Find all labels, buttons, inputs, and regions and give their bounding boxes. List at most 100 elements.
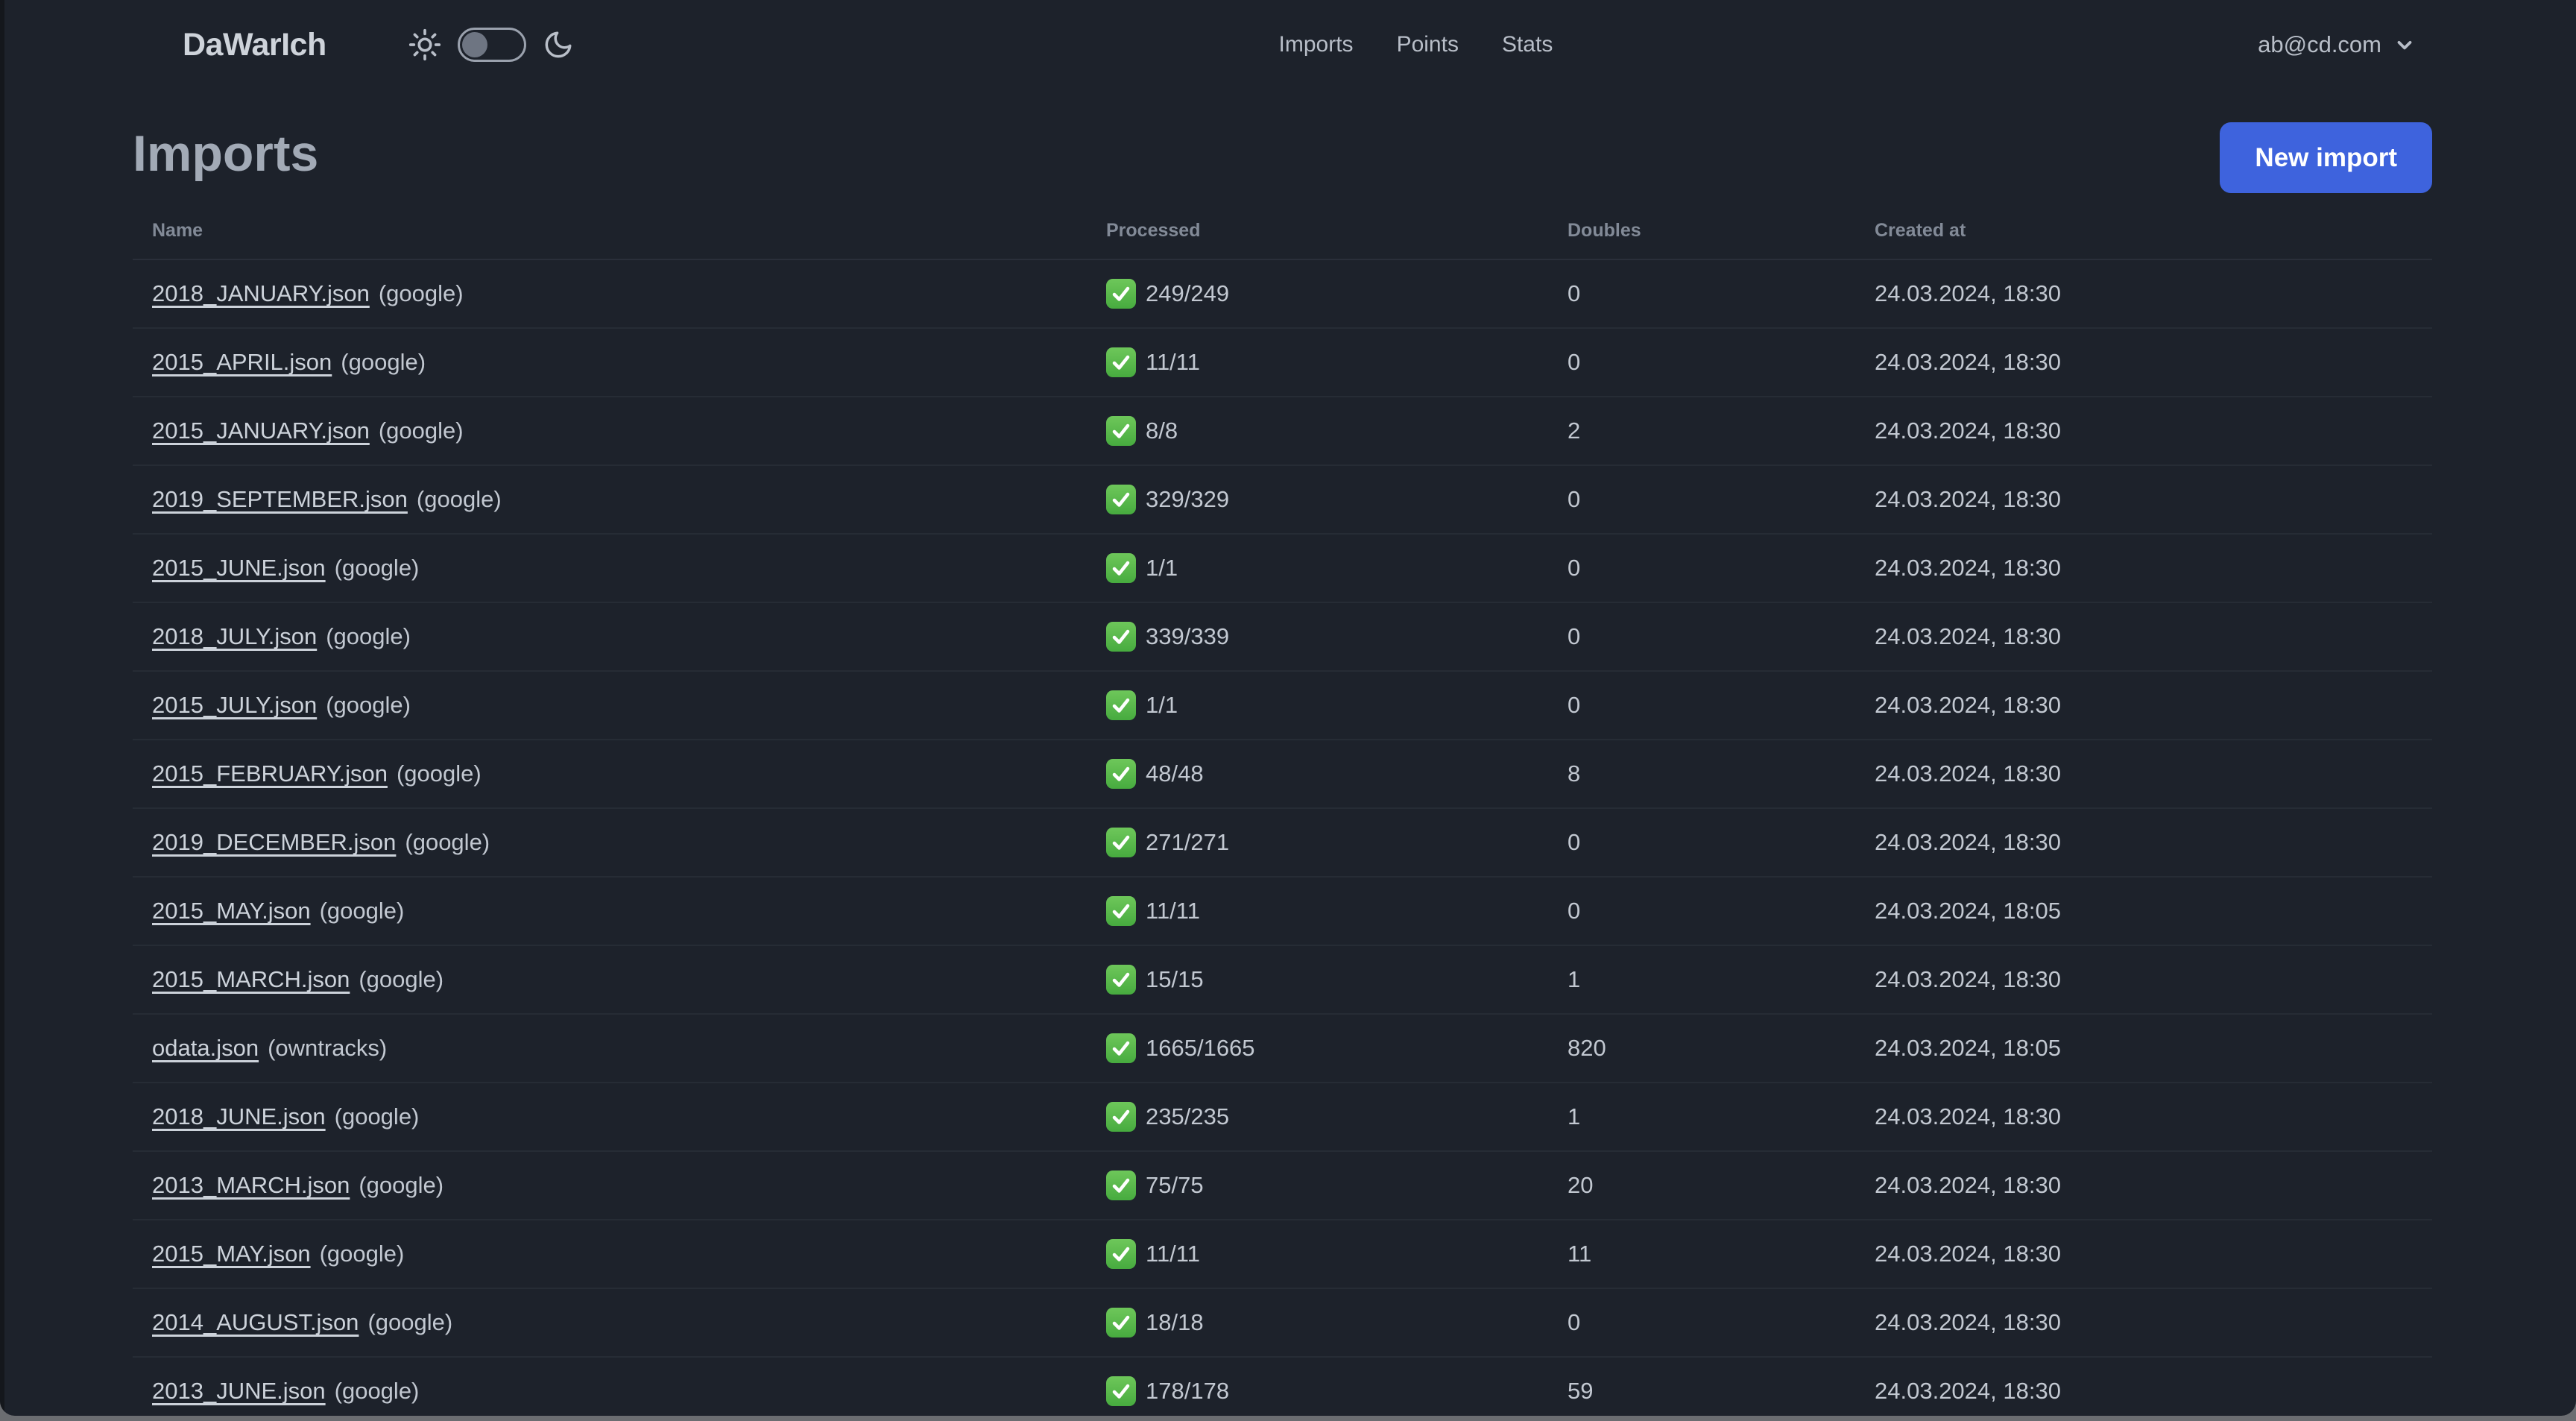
cell-created-at: 24.03.2024, 18:30 <box>1875 486 2061 512</box>
cell-processed: 48/48 <box>1106 759 1568 789</box>
import-file-link[interactable]: 2015_JULY.json <box>152 692 317 719</box>
user-menu[interactable]: ab@cd.com <box>2258 31 2416 58</box>
cell-created-at: 24.03.2024, 18:30 <box>1875 1103 2061 1129</box>
cell-doubles: 1 <box>1568 1103 1581 1129</box>
processed-count: 249/249 <box>1146 280 1230 306</box>
cell-doubles: 59 <box>1568 1378 1594 1404</box>
cell-created-at: 24.03.2024, 18:30 <box>1875 623 2061 649</box>
green-check-icon <box>1106 553 1136 583</box>
cell-processed: 271/271 <box>1106 828 1568 857</box>
new-import-button[interactable]: New import <box>2220 122 2432 193</box>
processed-count: 8/8 <box>1146 418 1178 444</box>
cell-doubles: 2 <box>1568 418 1581 444</box>
processed-count: 1/1 <box>1146 692 1178 718</box>
import-file-link[interactable]: odata.json <box>152 1035 259 1062</box>
cell-created-at: 24.03.2024, 18:30 <box>1875 1172 2061 1198</box>
import-source: (google) <box>334 1103 420 1129</box>
processed-count: 48/48 <box>1146 760 1204 787</box>
processed-count: 15/15 <box>1146 966 1204 992</box>
import-source: (google) <box>334 1378 420 1404</box>
cell-name: 2018_JANUARY.json (google) <box>133 280 1106 307</box>
import-file-link[interactable]: 2018_JULY.json <box>152 623 317 650</box>
theme-toggle[interactable] <box>408 28 574 62</box>
import-source: (google) <box>367 1309 453 1335</box>
processed-count: 1/1 <box>1146 555 1178 581</box>
import-source: (google) <box>405 829 490 855</box>
app-logo[interactable]: DaWarIch <box>183 27 326 63</box>
import-file-link[interactable]: 2015_MAY.json <box>152 1241 311 1267</box>
processed-count: 11/11 <box>1146 349 1200 375</box>
nav-item-points[interactable]: Points <box>1397 32 1459 57</box>
import-source: (google) <box>326 623 411 649</box>
green-check-icon <box>1106 1170 1136 1200</box>
sun-icon <box>408 28 441 61</box>
processed-count: 11/11 <box>1146 1241 1200 1267</box>
import-source: (google) <box>359 966 444 992</box>
processed-count: 235/235 <box>1146 1103 1230 1129</box>
cell-created-at: 24.03.2024, 18:30 <box>1875 966 2061 992</box>
import-source: (google) <box>326 692 411 718</box>
import-file-link[interactable]: 2014_AUGUST.json <box>152 1309 359 1336</box>
import-file-link[interactable]: 2015_MAY.json <box>152 898 311 924</box>
table-row: 2018_JANUARY.json (google) 249/249 0 24.03.2… <box>133 260 2432 329</box>
import-file-link[interactable]: 2013_JUNE.json <box>152 1378 326 1405</box>
import-file-link[interactable]: 2018_JUNE.json <box>152 1103 326 1130</box>
import-file-link[interactable]: 2015_JANUARY.json <box>152 418 370 444</box>
import-file-link[interactable]: 2013_MARCH.json <box>152 1172 350 1199</box>
cell-processed: 339/339 <box>1106 622 1568 652</box>
cell-processed: 18/18 <box>1106 1308 1568 1337</box>
navbar-left: DaWarIch <box>183 27 574 63</box>
chevron-down-icon <box>2393 34 2416 56</box>
green-check-icon <box>1106 347 1136 377</box>
processed-count: 271/271 <box>1146 829 1230 855</box>
processed-count: 18/18 <box>1146 1309 1204 1335</box>
cell-processed: 178/178 <box>1106 1376 1568 1406</box>
cell-processed: 11/11 <box>1106 1239 1568 1269</box>
nav-item-imports[interactable]: Imports <box>1279 32 1354 57</box>
cell-created-at: 24.03.2024, 18:30 <box>1875 418 2061 444</box>
cell-doubles: 0 <box>1568 280 1581 306</box>
user-email: ab@cd.com <box>2258 31 2381 57</box>
cell-created-at: 24.03.2024, 18:30 <box>1875 1241 2061 1267</box>
import-file-link[interactable]: 2015_JUNE.json <box>152 555 326 582</box>
import-file-link[interactable]: 2015_FEBRUARY.json <box>152 760 388 787</box>
import-source: (google) <box>359 1172 444 1198</box>
cell-processed: 249/249 <box>1106 279 1568 309</box>
cell-created-at: 24.03.2024, 18:30 <box>1875 1309 2061 1335</box>
cell-name: 2018_JUNE.json (google) <box>133 1103 1106 1130</box>
import-source: (google) <box>396 760 482 787</box>
cell-processed: 329/329 <box>1106 485 1568 514</box>
theme-switch-knob <box>461 32 487 57</box>
table-row: 2015_MAY.json (google) 11/11 0 24.03.2024, 1… <box>133 878 2432 946</box>
imports-table: Name Processed Doubles Created at 2018_JANU… <box>133 202 2432 1416</box>
cell-processed: 1/1 <box>1106 690 1568 720</box>
nav-item-stats[interactable]: Stats <box>1502 32 1553 57</box>
green-check-icon <box>1106 279 1136 309</box>
green-check-icon <box>1106 759 1136 789</box>
import-file-link[interactable]: 2019_SEPTEMBER.json <box>152 486 408 513</box>
cell-name: odata.json (owntracks) <box>133 1035 1106 1062</box>
main-nav: Imports Points Stats <box>574 32 2258 57</box>
column-header-name: Name <box>152 219 203 241</box>
import-file-link[interactable]: 2015_APRIL.json <box>152 349 332 376</box>
processed-count: 1665/1665 <box>1146 1035 1255 1061</box>
import-file-link[interactable]: 2018_JANUARY.json <box>152 280 370 307</box>
table-row: 2015_JUNE.json (google) 1/1 0 24.03.2024, 18… <box>133 535 2432 603</box>
cell-created-at: 24.03.2024, 18:30 <box>1875 349 2061 375</box>
theme-switch-track[interactable] <box>457 28 526 62</box>
cell-name: 2015_MARCH.json (google) <box>133 966 1106 993</box>
import-file-link[interactable]: 2019_DECEMBER.json <box>152 829 396 856</box>
cell-created-at: 24.03.2024, 18:30 <box>1875 1378 2061 1404</box>
import-source: (google) <box>378 280 464 306</box>
green-check-icon <box>1106 965 1136 995</box>
cell-created-at: 24.03.2024, 18:30 <box>1875 760 2061 787</box>
cell-created-at: 24.03.2024, 18:30 <box>1875 555 2061 581</box>
cell-doubles: 0 <box>1568 692 1581 718</box>
import-file-link[interactable]: 2015_MARCH.json <box>152 966 350 993</box>
import-source: (owntracks) <box>268 1035 388 1061</box>
navbar: DaWarIch Imports Points Stats ab@cd.com <box>0 0 2576 89</box>
import-source: (google) <box>319 898 405 924</box>
table-row: 2019_DECEMBER.json (google) 271/271 0 24.03.… <box>133 809 2432 878</box>
cell-processed: 8/8 <box>1106 416 1568 446</box>
cell-created-at: 24.03.2024, 18:30 <box>1875 692 2061 718</box>
